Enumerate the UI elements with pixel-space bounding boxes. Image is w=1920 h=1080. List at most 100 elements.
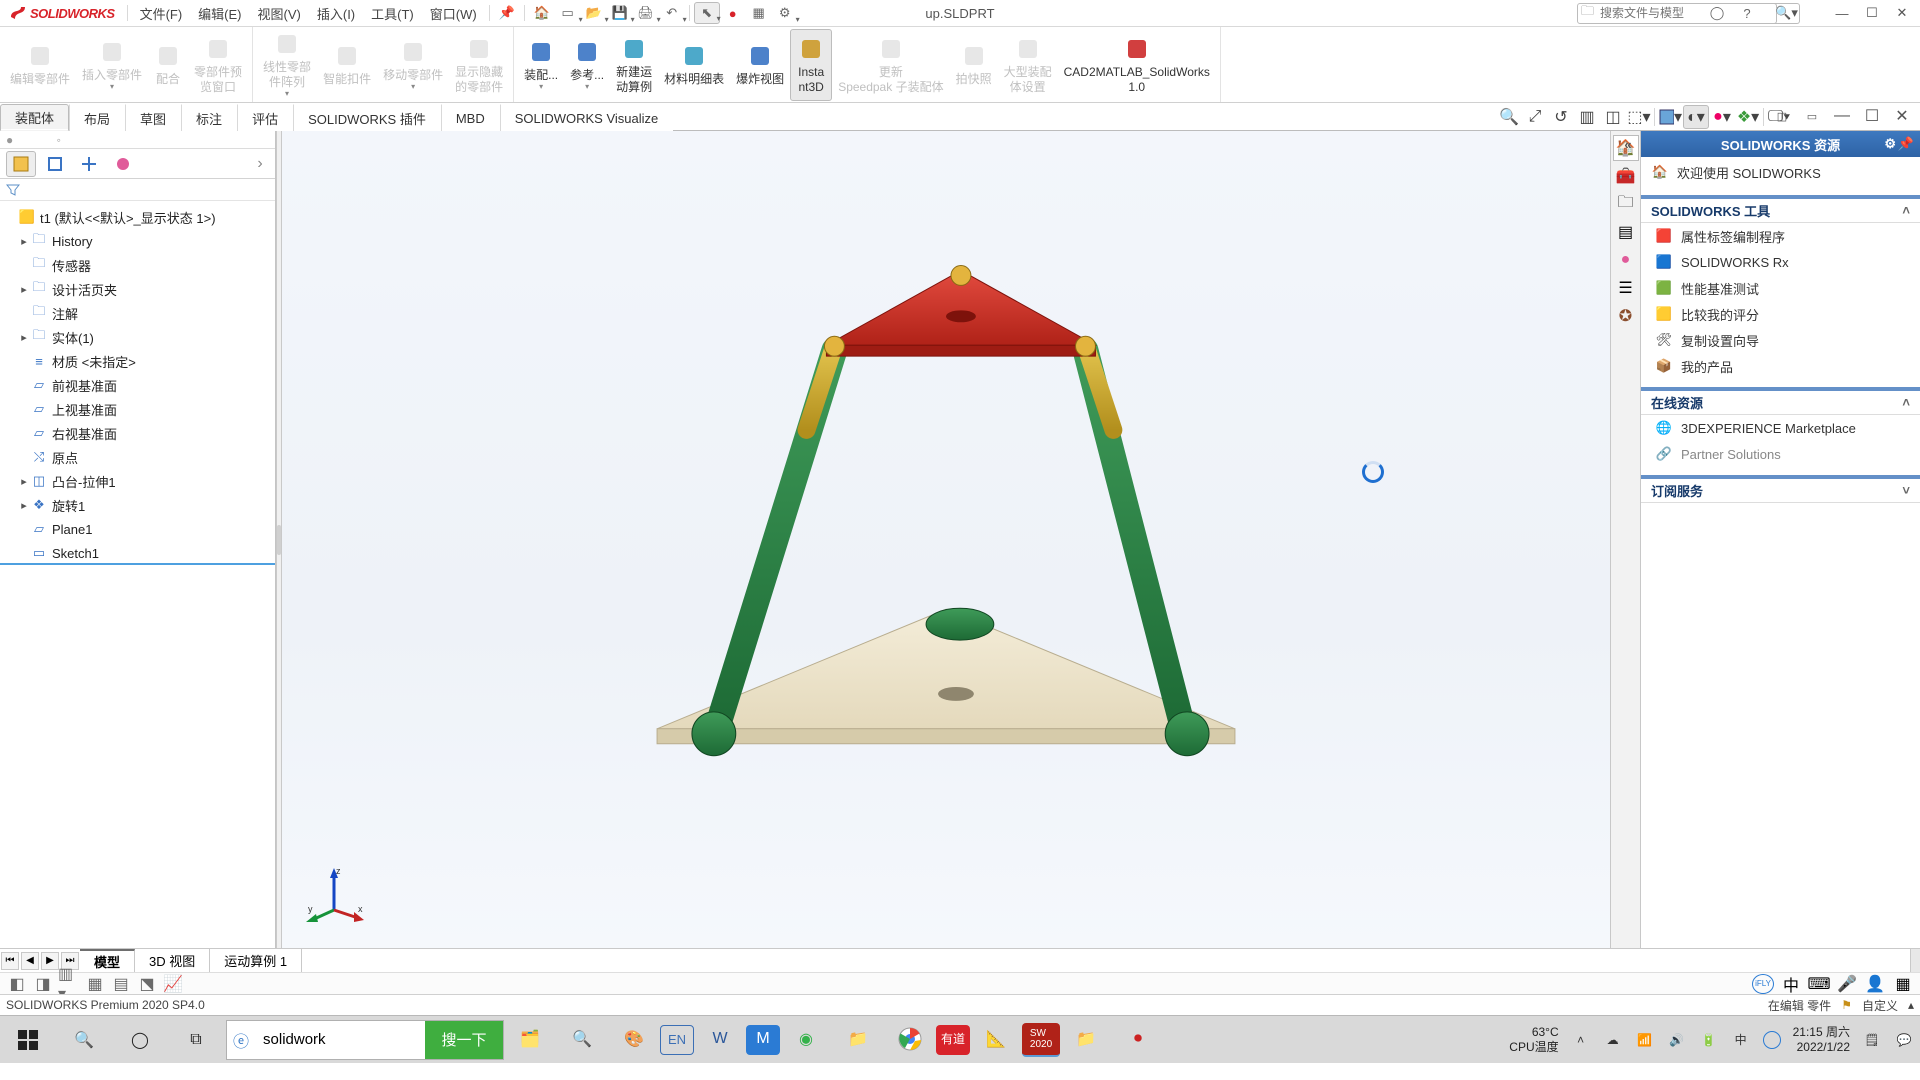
hide-show-icon[interactable]: ◐▾ [1683,105,1709,129]
zoom-fit-icon[interactable]: 🔍 [1496,105,1522,129]
zoom-area-icon[interactable]: ⤢ [1522,105,1548,129]
mdi-close-button[interactable]: ✕ [1888,106,1916,126]
view-orient-icon[interactable]: ⬚▾ [1626,105,1652,129]
sidepane-section-online[interactable]: 在线资源˄ [1641,387,1920,415]
tb-app-folder2[interactable]: 📁 [1060,1016,1112,1064]
fm-filter-row[interactable] [0,179,275,201]
lt-btn-7[interactable]: 📈 [162,974,184,994]
bt-nav-prev[interactable]: ◀ [21,952,39,970]
lt-btn-3[interactable]: ▥ ▾ [58,974,80,994]
start-button[interactable] [0,1016,56,1064]
tb-app-files[interactable]: 📁 [832,1016,884,1064]
tree-row[interactable]: ▸🗀设计活页夹 [0,277,275,301]
tree-expander[interactable]: ▸ [18,499,30,512]
tree-expander[interactable]: ▸ [18,475,30,488]
cm-tab[interactable]: MBD [441,104,500,131]
prev-view-icon[interactable]: ↺ [1548,105,1574,129]
bt-nav-first[interactable]: ⏮ [1,952,19,970]
fm-tab-expand-icon[interactable]: › [245,151,275,177]
open-icon[interactable]: 📂▾ [581,2,607,24]
tb-app-explorer[interactable]: 🗂️ [504,1016,556,1064]
tb-app-matlab[interactable]: 📐 [970,1016,1022,1064]
mdi-restore-button[interactable]: ☐ [1858,106,1886,126]
cm-tab[interactable]: 草图 [125,104,181,131]
tb-app-paint[interactable]: 🎨 [608,1016,660,1064]
acc-user-icon[interactable]: 👤 [1864,974,1886,994]
tree-row[interactable]: ▸🗀History [0,229,275,253]
mdi-split1-icon[interactable]: ◫ [1768,106,1796,126]
view-triad[interactable]: z y x [306,864,366,924]
undo-icon[interactable]: ↶▾ [659,2,685,24]
ribbon-button[interactable]: CAD2MATLAB_SolidWorks1.0 [1058,29,1216,101]
print-icon[interactable]: 🖨▾ [633,2,659,24]
acc-lang-icon[interactable]: 中 [1780,974,1802,994]
sidepane-item[interactable]: 📦我的产品 [1641,353,1920,379]
fm-tab-config[interactable] [74,151,104,177]
menu-item[interactable]: 窗口(W) [422,0,485,26]
sidepane-section-tools[interactable]: SOLIDWORKS 工具˄ [1641,195,1920,223]
ribbon-button[interactable]: 参考...▾ [564,29,610,101]
tray-cpu-temp[interactable]: 63°CCPU温度 [1509,1025,1558,1055]
tray-volume-icon[interactable]: 🔊 [1667,1030,1687,1050]
user-icon[interactable]: ◯ [1704,2,1730,24]
tray-chevron-up-icon[interactable]: ˄ [1571,1030,1591,1050]
tb-app-youdao[interactable]: 有道 [936,1025,970,1055]
fm-tab-display[interactable] [108,151,138,177]
tree-row[interactable]: ▸◫凸台-拉伸1 [0,469,275,493]
taskbar-search-box[interactable]: ⓔ 搜一下 [226,1020,504,1060]
ribbon-button[interactable]: Instant3D [790,29,832,101]
tree-row[interactable]: ▱前视基准面 [0,373,275,397]
save-icon[interactable]: 💾▾ [607,2,633,24]
rtp-library-icon[interactable]: 🗀 [1613,191,1639,217]
sidepane-item[interactable]: 🌐3DEXPERIENCE Marketplace [1641,415,1920,441]
acc-mic-icon[interactable]: 🎤 [1836,974,1858,994]
cm-tab[interactable]: 装配体 [0,104,69,131]
tray-notes-icon[interactable]: 🗒 [1862,1030,1882,1050]
acc-keyboard-icon[interactable]: ⌨ [1808,974,1830,994]
sidepane-settings-icon[interactable]: ⚙ [1884,136,1896,152]
tray-notification-icon[interactable]: 💬 [1894,1030,1914,1050]
rebuild-icon[interactable]: ● [720,2,746,24]
restore-button[interactable]: ☐ [1858,3,1886,23]
sidepane-item[interactable]: 🟥属性标签编制程序 [1641,223,1920,249]
sidepane-section-subscribe[interactable]: 订阅服务˅ [1641,475,1920,503]
tree-row[interactable]: 🟨t1 (默认<<默认>_显示状态 1>) [0,205,275,229]
scene-icon[interactable]: ❖▾ [1735,105,1761,129]
tray-ime[interactable]: 中 [1731,1030,1751,1050]
taskbar-search-input[interactable] [255,1021,425,1059]
tray-clock[interactable]: 21:15 周六2022/1/22 [1793,1025,1850,1055]
menu-item[interactable]: 工具(T) [363,0,422,26]
cm-tab[interactable]: SOLIDWORKS 插件 [293,104,441,131]
menu-item[interactable]: 插入(I) [309,0,363,26]
menu-item[interactable]: 编辑(E) [190,0,249,26]
acc-grid-icon[interactable]: ▦ [1892,974,1914,994]
tree-row[interactable]: ≡材质 <未指定> [0,349,275,373]
ribbon-button[interactable]: 装配...▾ [518,29,564,101]
rtp-toolbox-icon[interactable]: 🧰 [1613,163,1639,189]
tree-expander[interactable]: ▸ [18,283,30,296]
fm-tab-tree[interactable] [6,151,36,177]
settings-icon[interactable]: ⚙▾ [772,2,798,24]
close-button[interactable]: ✕ [1888,3,1916,23]
lt-btn-4[interactable]: ▦ [84,974,106,994]
tb-cortana-icon[interactable]: ◯ [112,1016,168,1064]
tree-row[interactable]: ▸🗀实体(1) [0,325,275,349]
home-icon[interactable]: 🏠 [529,2,555,24]
tb-app-360[interactable]: ◉ [780,1016,832,1064]
select-icon[interactable]: ⬉▾ [694,2,720,24]
bt-nav-next[interactable]: ▶ [41,952,59,970]
lt-btn-6[interactable]: ⬔ [136,974,158,994]
taskbar-search-button[interactable]: 搜一下 [425,1021,503,1059]
vscroll-placeholder[interactable] [1910,949,1920,972]
rtp-properties-icon[interactable]: ▤ [1613,219,1639,245]
tree-expander[interactable]: ▸ [18,235,30,248]
menu-item[interactable]: 文件(F) [132,0,191,26]
tray-cloud-icon[interactable]: ☁ [1603,1030,1623,1050]
help-icon[interactable]: ? [1734,2,1760,24]
tree-row[interactable]: ▱上视基准面 [0,397,275,421]
new-icon[interactable]: ▭▾ [555,2,581,24]
tb-app-everything[interactable]: 🔍 [556,1016,608,1064]
sidepane-item[interactable]: 🔗Partner Solutions [1641,441,1920,467]
rtp-appearances-icon[interactable]: ● [1613,247,1639,273]
lt-btn-2[interactable]: ◨ [32,974,54,994]
